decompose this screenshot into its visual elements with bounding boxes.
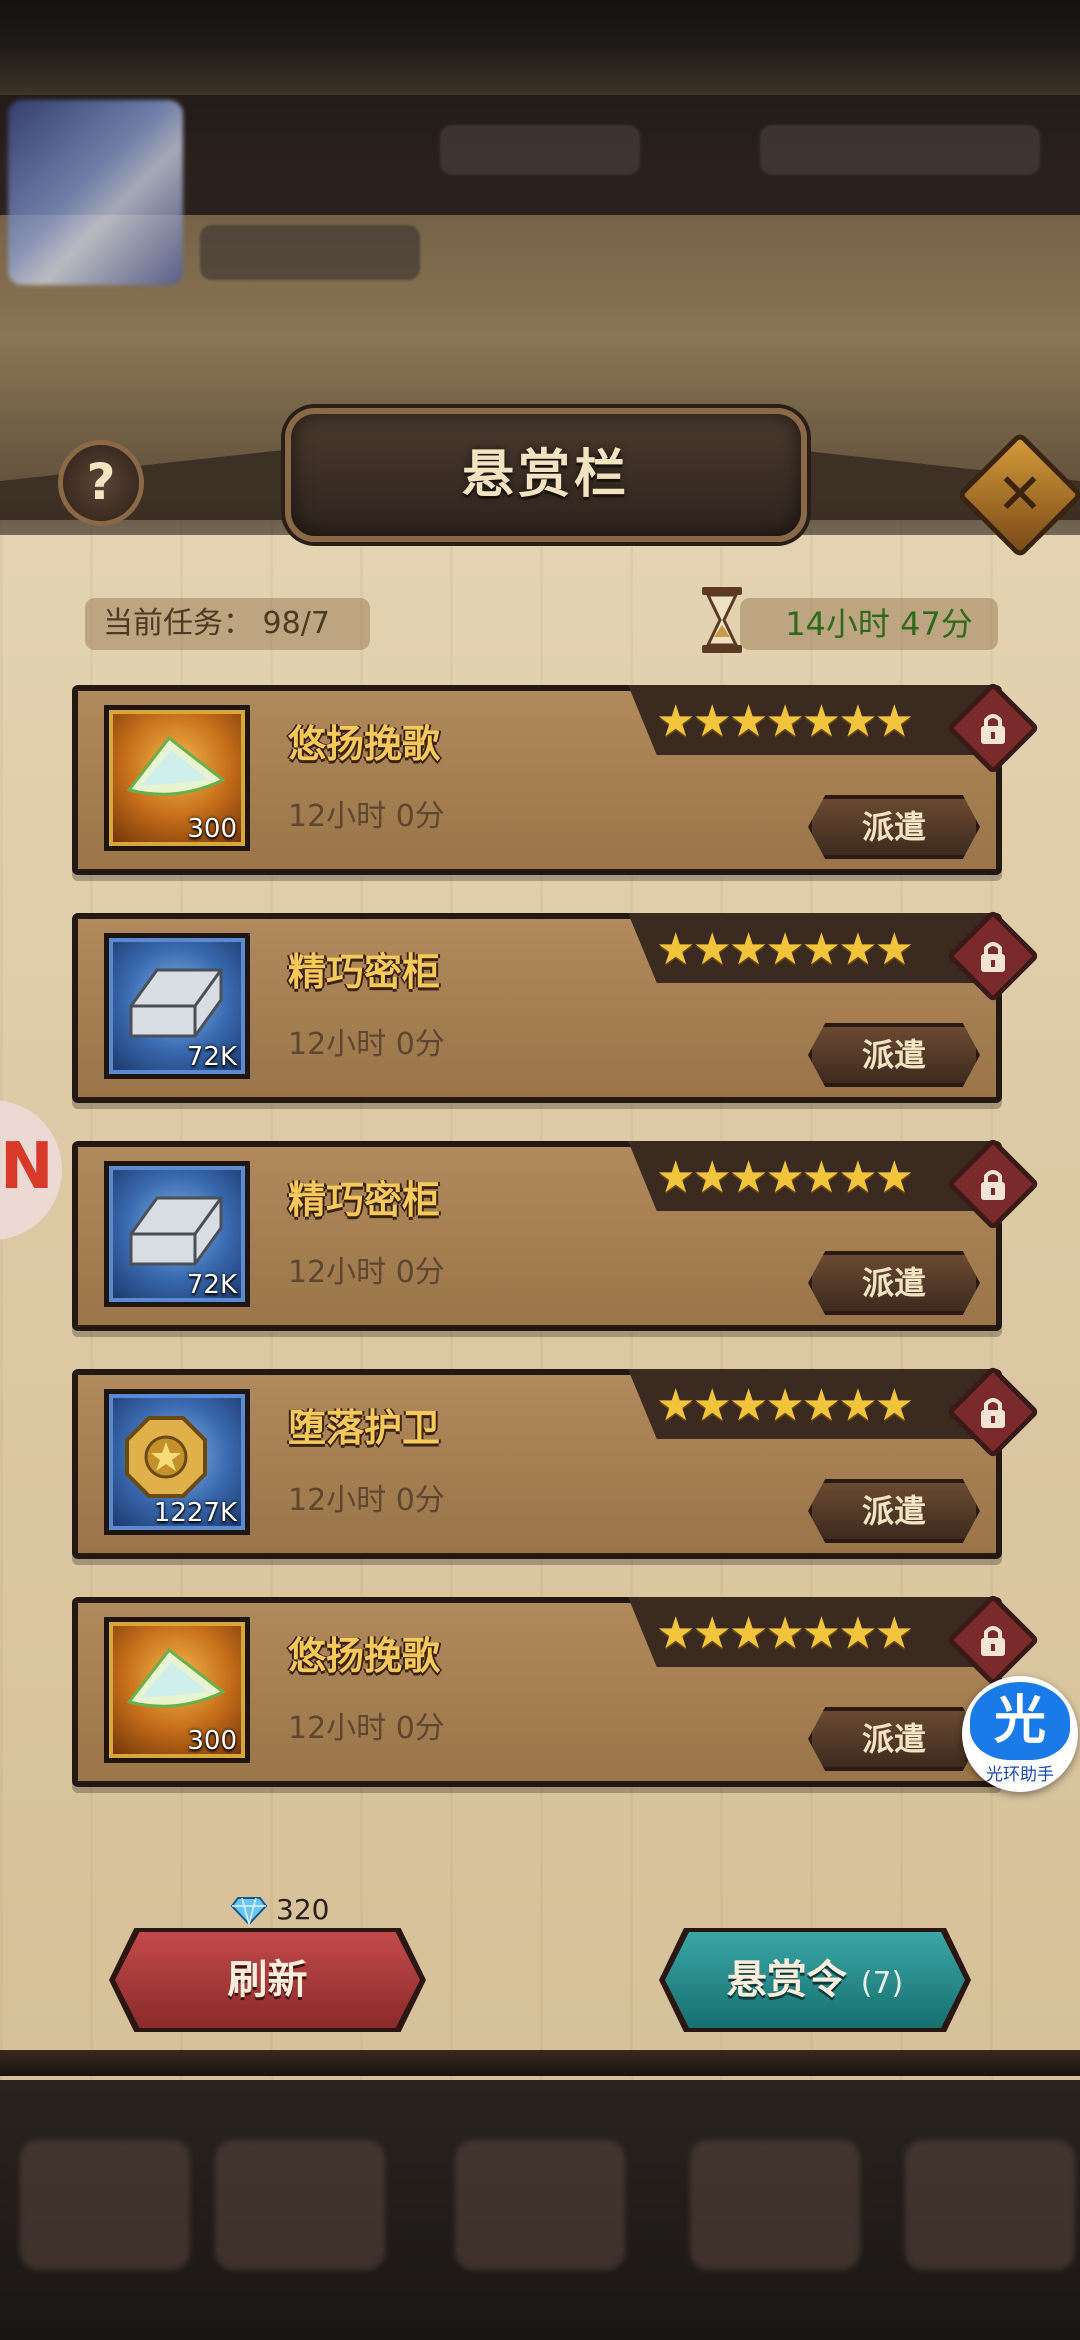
crystal-shard-icon <box>121 728 231 812</box>
star-rating: ★★★★★★★ <box>656 1152 914 1203</box>
background-tab <box>215 2140 385 2270</box>
reward-quantity: 1227K <box>153 1498 237 1528</box>
side-logo-icon: N <box>0 1130 54 1204</box>
background-avatar <box>8 100 183 285</box>
quest-duration: 12小时 0分 <box>288 1027 445 1062</box>
gold-coin-icon <box>121 1412 211 1506</box>
reward-item[interactable]: 300 <box>104 1617 250 1763</box>
panel-bottom-border <box>0 2050 1080 2076</box>
help-button[interactable]: ? <box>58 440 144 526</box>
background-tab <box>20 2140 190 2270</box>
close-icon: ✕ <box>996 462 1044 527</box>
background-tab <box>690 2140 860 2270</box>
dispatch-button[interactable]: 派遣 <box>808 1023 980 1087</box>
quest-card: ★★★★★★★ 72K 精巧密柜 12小时 0分 派遣 <box>72 909 1040 1103</box>
diamond-icon <box>230 1897 268 1927</box>
quest-card: ★★★★★★★ 72K 精巧密柜 12小时 0分 派遣 <box>72 1137 1040 1331</box>
quest-card: ★★★★★★★ 300 悠扬挽歌 12小时 0分 派遣 <box>72 1593 1040 1787</box>
quest-duration: 12小时 0分 <box>288 1711 445 1746</box>
star-rating: ★★★★★★★ <box>656 1608 914 1659</box>
background-tab <box>455 2140 625 2270</box>
helper-label: 光环助手 <box>986 1765 1054 1785</box>
page-title: 悬赏栏 <box>461 445 630 505</box>
background-resource-chip <box>200 225 420 280</box>
dispatch-button[interactable]: 派遣 <box>808 1707 980 1771</box>
current-tasks-label: 当前任务： <box>103 606 253 641</box>
reward-item[interactable]: 1227K <box>104 1389 250 1535</box>
reward-quantity: 72K <box>186 1042 237 1072</box>
star-rating: ★★★★★★★ <box>656 924 914 975</box>
star-rating: ★★★★★★★ <box>656 1380 914 1431</box>
silver-ingot-icon <box>121 956 231 1050</box>
silver-ingot-icon <box>121 1184 231 1278</box>
reward-item[interactable]: 300 <box>104 705 250 851</box>
crystal-shard-icon <box>121 1640 231 1724</box>
quest-name: 堕落护卫 <box>288 1406 441 1450</box>
quest-name: 精巧密柜 <box>288 1178 441 1222</box>
refresh-cost: 320 <box>230 1890 329 1930</box>
current-tasks-value: 98/7 <box>262 606 330 641</box>
background-tab <box>905 2140 1075 2270</box>
dispatch-button[interactable]: 派遣 <box>808 1479 980 1543</box>
bounty-order-label: 悬赏令 <box>726 1957 847 2003</box>
hourglass-icon <box>702 587 742 653</box>
dispatch-button[interactable]: 派遣 <box>808 795 980 859</box>
refresh-cost-value: 320 <box>276 1893 330 1926</box>
star-rating: ★★★★★★★ <box>656 696 914 747</box>
reward-item[interactable]: 72K <box>104 1161 250 1307</box>
quest-duration: 12小时 0分 <box>288 799 445 834</box>
current-tasks-counter: 当前任务： 98/7 <box>85 598 370 650</box>
quest-name: 悠扬挽歌 <box>288 722 441 766</box>
quest-card: ★★★★★★★ 1227K 堕落护卫 12小时 0分 派遣 <box>72 1365 1040 1559</box>
bounty-order-button[interactable]: 悬赏令 (7) <box>665 1932 965 2028</box>
quest-name: 精巧密柜 <box>288 950 441 994</box>
refresh-timer: 14小时 47分 <box>740 598 998 650</box>
reward-quantity: 72K <box>186 1270 237 1300</box>
quest-duration: 12小时 0分 <box>288 1483 445 1518</box>
bounty-order-count: (7) <box>860 1966 904 2001</box>
quest-name: 悠扬挽歌 <box>288 1634 441 1678</box>
reward-item[interactable]: 72K <box>104 933 250 1079</box>
reward-quantity: 300 <box>187 814 237 844</box>
background-resource-chip <box>440 125 640 175</box>
helper-icon: 光 <box>970 1682 1070 1760</box>
background-resource-chip <box>760 125 1040 175</box>
quest-card: ★★★★★★★ 300 悠扬挽歌 12小时 0分 派遣 <box>72 681 1040 875</box>
reward-quantity: 300 <box>187 1726 237 1756</box>
quest-duration: 12小时 0分 <box>288 1255 445 1290</box>
dispatch-button[interactable]: 派遣 <box>808 1251 980 1315</box>
helper-assistant-badge[interactable]: 光 光环助手 <box>962 1676 1078 1792</box>
refresh-button[interactable]: 刷新 <box>115 1932 420 2028</box>
